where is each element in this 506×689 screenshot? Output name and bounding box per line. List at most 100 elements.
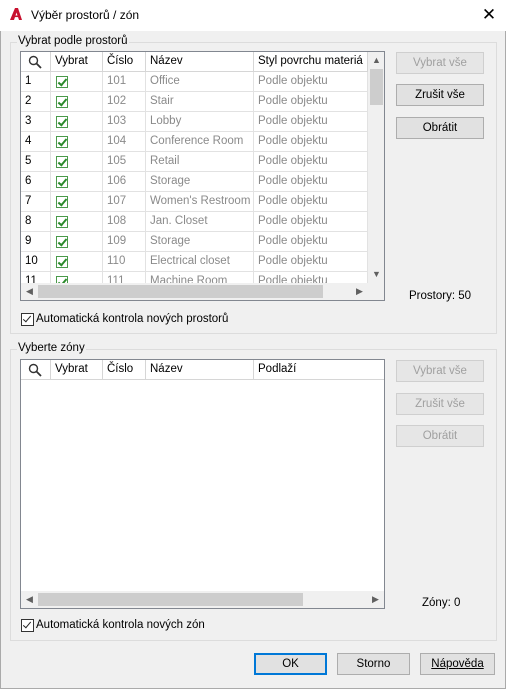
search-icon[interactable] <box>28 363 42 377</box>
row-name: Storage <box>146 172 254 192</box>
horizontal-scroll-thumb[interactable] <box>38 593 303 606</box>
scroll-down-icon[interactable]: ▼ <box>368 266 384 283</box>
zones-column-header-select[interactable]: Vybrat <box>51 360 103 380</box>
table-row[interactable]: 1 101 Office Podle objektu <box>21 72 368 92</box>
checkmark-icon[interactable] <box>56 236 68 248</box>
row-index: 10 <box>21 252 51 272</box>
row-surface-style: Podle objektu <box>254 172 368 192</box>
title-bar: Výběr prostorů / zón ✕ <box>0 0 506 31</box>
scroll-left-icon[interactable]: ◀ <box>21 591 38 608</box>
zones-group-label: Vyberte zóny <box>17 342 86 354</box>
row-select-checkbox[interactable] <box>51 72 103 92</box>
zones-clear-all-button[interactable]: Zrušit vše <box>396 393 484 415</box>
zones-grid[interactable]: Vybrat Číslo Název Podlaží ◀ ▶ <box>20 359 385 609</box>
row-number: 103 <box>103 112 146 132</box>
auto-check-zones-label[interactable]: Automatická kontrola nových zón <box>36 619 205 631</box>
checkmark-icon[interactable] <box>56 96 68 108</box>
column-header-select[interactable]: Vybrat <box>51 52 103 72</box>
row-select-checkbox[interactable] <box>51 232 103 252</box>
table-row[interactable]: 4 104 Conference Room Podle objektu <box>21 132 368 152</box>
auto-check-spaces-label[interactable]: Automatická kontrola nových prostorů <box>36 313 228 325</box>
row-number: 107 <box>103 192 146 212</box>
row-surface-style: Podle objektu <box>254 192 368 212</box>
auto-check-zones-checkbox[interactable] <box>21 619 34 632</box>
vertical-scroll-thumb[interactable] <box>370 69 383 105</box>
row-name: Women's Restroom <box>146 192 254 212</box>
row-select-checkbox[interactable] <box>51 112 103 132</box>
row-number: 106 <box>103 172 146 192</box>
help-button[interactable]: Nápověda <box>420 653 495 675</box>
close-button[interactable]: ✕ <box>474 2 504 28</box>
table-row[interactable]: 10 110 Electrical closet Podle objektu <box>21 252 368 272</box>
spaces-vertical-scrollbar[interactable]: ▲ ▼ <box>368 52 384 283</box>
row-select-checkbox[interactable] <box>51 92 103 112</box>
spaces-group-label: Vybrat podle prostorů <box>17 35 129 47</box>
row-surface-style: Podle objektu <box>254 252 368 272</box>
table-row[interactable]: 5 105 Retail Podle objektu <box>21 152 368 172</box>
table-row[interactable]: 6 106 Storage Podle objektu <box>21 172 368 192</box>
scroll-right-icon[interactable]: ▶ <box>367 591 384 608</box>
row-name: Storage <box>146 232 254 252</box>
spaces-select-all-button[interactable]: Vybrat vše <box>396 52 484 74</box>
row-index: 1 <box>21 72 51 92</box>
checkmark-icon[interactable] <box>56 196 68 208</box>
column-header-name[interactable]: Název <box>146 52 254 72</box>
auto-check-spaces-checkbox[interactable] <box>21 313 34 326</box>
row-index: 4 <box>21 132 51 152</box>
row-select-checkbox[interactable] <box>51 152 103 172</box>
search-column-header[interactable] <box>21 52 51 72</box>
row-number: 104 <box>103 132 146 152</box>
checkmark-icon[interactable] <box>56 76 68 88</box>
zones-column-header-level[interactable]: Podlaží <box>254 360 384 380</box>
table-row[interactable]: 8 108 Jan. Closet Podle objektu <box>21 212 368 232</box>
row-number: 102 <box>103 92 146 112</box>
zones-count: Zóny: 0 <box>422 597 461 609</box>
ok-button[interactable]: OK <box>254 653 327 675</box>
scroll-left-icon[interactable]: ◀ <box>21 283 38 300</box>
row-number: 101 <box>103 72 146 92</box>
row-name: Conference Room <box>146 132 254 152</box>
table-row[interactable]: 9 109 Storage Podle objektu <box>21 232 368 252</box>
zones-column-header-name[interactable]: Název <box>146 360 254 380</box>
table-row[interactable]: 7 107 Women's Restroom Podle objektu <box>21 192 368 212</box>
table-row[interactable]: 2 102 Stair Podle objektu <box>21 92 368 112</box>
zones-select-all-button[interactable]: Vybrat vše <box>396 360 484 382</box>
row-select-checkbox[interactable] <box>51 252 103 272</box>
column-header-number[interactable]: Číslo <box>103 52 146 72</box>
autocad-logo-icon <box>10 8 22 20</box>
horizontal-scroll-thumb[interactable] <box>38 285 323 298</box>
zones-invert-button[interactable]: Obrátit <box>396 425 484 447</box>
spaces-count: Prostory: 50 <box>409 290 471 302</box>
row-index: 9 <box>21 232 51 252</box>
spaces-invert-button[interactable]: Obrátit <box>396 117 484 139</box>
row-index: 7 <box>21 192 51 212</box>
zones-column-header-number[interactable]: Číslo <box>103 360 146 380</box>
row-select-checkbox[interactable] <box>51 172 103 192</box>
row-select-checkbox[interactable] <box>51 132 103 152</box>
row-surface-style: Podle objektu <box>254 92 368 112</box>
scroll-up-icon[interactable]: ▲ <box>368 52 384 69</box>
zones-search-column-header[interactable] <box>21 360 51 380</box>
table-row[interactable]: 3 103 Lobby Podle objektu <box>21 112 368 132</box>
search-icon[interactable] <box>28 55 42 69</box>
spaces-clear-all-button[interactable]: Zrušit vše <box>396 84 484 106</box>
spaces-grid[interactable]: Vybrat Číslo Název Styl povrchu materiá … <box>20 51 385 301</box>
checkmark-icon[interactable] <box>56 256 68 268</box>
row-select-checkbox[interactable] <box>51 192 103 212</box>
cancel-button[interactable]: Storno <box>337 653 410 675</box>
scroll-right-icon[interactable]: ▶ <box>351 283 368 300</box>
zones-horizontal-scrollbar[interactable]: ◀ ▶ <box>21 591 384 608</box>
row-select-checkbox[interactable] <box>51 212 103 232</box>
spaces-horizontal-scrollbar[interactable]: ◀ ▶ <box>21 283 368 300</box>
checkmark-icon[interactable] <box>56 136 68 148</box>
dialog-body: Vybrat podle prostorů Vybrat Číslo Název… <box>0 31 506 689</box>
row-surface-style: Podle objektu <box>254 72 368 92</box>
column-header-surface-style[interactable]: Styl povrchu materiá <box>254 52 368 72</box>
checkmark-icon[interactable] <box>56 116 68 128</box>
row-number: 109 <box>103 232 146 252</box>
row-name: Retail <box>146 152 254 172</box>
row-name: Office <box>146 72 254 92</box>
checkmark-icon[interactable] <box>56 156 68 168</box>
checkmark-icon[interactable] <box>56 216 68 228</box>
checkmark-icon[interactable] <box>56 176 68 188</box>
